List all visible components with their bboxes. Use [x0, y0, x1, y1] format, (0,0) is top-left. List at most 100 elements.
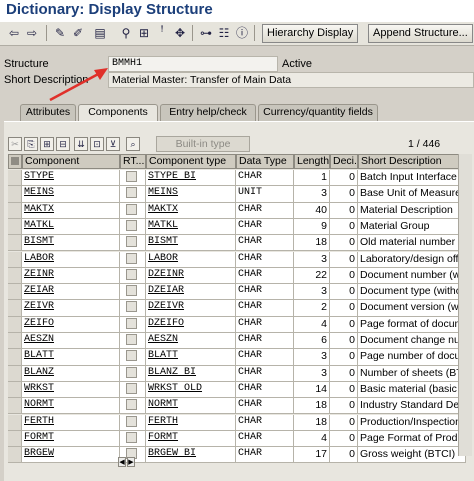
- cell-rt[interactable]: [120, 202, 146, 219]
- cell-short-description[interactable]: Base Unit of Measure: [358, 186, 466, 203]
- cell-data-type[interactable]: CHAR: [236, 365, 294, 382]
- cell-short-description[interactable]: Page Format of Production: [358, 430, 466, 448]
- cell-component-link[interactable]: LABOR: [24, 253, 54, 264]
- rt-checkbox[interactable]: [126, 285, 137, 297]
- row-selector[interactable]: [8, 202, 22, 219]
- cell-short-description[interactable]: Document version (without: [358, 300, 466, 317]
- cell-length[interactable]: 40: [294, 202, 330, 219]
- cell-rt[interactable]: [120, 333, 146, 350]
- cell-component[interactable]: ZEIVR: [22, 300, 120, 317]
- cell-component-type[interactable]: BISMT: [146, 235, 236, 252]
- cell-data-type[interactable]: CHAR: [236, 381, 294, 399]
- cell-short-description[interactable]: Page format of document (w: [358, 316, 466, 333]
- cell-rt[interactable]: [120, 186, 146, 203]
- cell-short-description[interactable]: Basic material (basic cons: [358, 381, 466, 399]
- cell-component-link[interactable]: WRKST: [24, 383, 54, 394]
- cell-component-type-link[interactable]: MEINS: [148, 187, 178, 198]
- cell-component-type-link[interactable]: DZEIVR: [148, 301, 184, 312]
- rt-checkbox[interactable]: [126, 252, 137, 264]
- cell-component[interactable]: FORMT: [22, 430, 120, 448]
- cell-decimals[interactable]: 0: [330, 316, 358, 333]
- row-selector[interactable]: [8, 365, 22, 382]
- cell-data-type[interactable]: CHAR: [236, 235, 294, 252]
- cell-component-type-link[interactable]: BLANZ BI: [148, 367, 196, 378]
- cell-component-type-link[interactable]: LABOR: [148, 253, 178, 264]
- cell-length[interactable]: 22: [294, 267, 330, 285]
- row-selector[interactable]: [8, 235, 22, 252]
- row-selector[interactable]: [8, 218, 22, 236]
- cell-length[interactable]: 18: [294, 235, 330, 252]
- row-selector[interactable]: [8, 300, 22, 317]
- cell-component-link[interactable]: ZEIFO: [24, 318, 54, 329]
- cell-component[interactable]: NORMT: [22, 398, 120, 415]
- cell-data-type[interactable]: CHAR: [236, 284, 294, 301]
- back-icon[interactable]: ⇦: [6, 25, 22, 41]
- cell-component-link[interactable]: BISMT: [24, 236, 54, 247]
- display-change-icon[interactable]: ✐: [70, 25, 86, 41]
- row-selector[interactable]: [8, 186, 22, 203]
- cell-data-type[interactable]: CHAR: [236, 202, 294, 219]
- cell-data-type[interactable]: CHAR: [236, 430, 294, 448]
- cell-component[interactable]: BLANZ: [22, 365, 120, 382]
- row-selector[interactable]: [8, 349, 22, 366]
- rt-checkbox[interactable]: [126, 203, 137, 215]
- cell-component[interactable]: AESZN: [22, 333, 120, 350]
- info-icon[interactable]: ⓘ: [234, 25, 250, 41]
- cell-component[interactable]: LABOR: [22, 251, 120, 268]
- hierarchy-display-button[interactable]: Hierarchy Display: [262, 24, 359, 43]
- structure-field[interactable]: BMMH1: [108, 56, 278, 72]
- cell-component-type-link[interactable]: WRKST OLD: [148, 383, 202, 394]
- cell-component-type[interactable]: NORMT: [146, 398, 236, 415]
- cell-component-type[interactable]: LABOR: [146, 251, 236, 268]
- rt-checkbox[interactable]: [126, 399, 137, 411]
- cell-component-type-link[interactable]: STYPE BI: [148, 171, 196, 182]
- where-used-icon[interactable]: ⚲: [118, 25, 134, 41]
- rt-checkbox[interactable]: [126, 171, 137, 182]
- tab-components[interactable]: Components: [78, 104, 158, 122]
- cell-short-description[interactable]: Gross weight (BTCI): [358, 447, 466, 464]
- rt-checkbox[interactable]: [126, 350, 137, 362]
- cell-component[interactable]: MATKL: [22, 218, 120, 236]
- cell-length[interactable]: 9: [294, 218, 330, 236]
- cell-component-type-link[interactable]: BLATT: [148, 350, 178, 361]
- cell-component[interactable]: WRKST: [22, 381, 120, 399]
- cell-length[interactable]: 18: [294, 414, 330, 431]
- rt-checkbox[interactable]: [126, 382, 137, 394]
- cell-rt[interactable]: [120, 235, 146, 252]
- cell-decimals[interactable]: 0: [330, 235, 358, 252]
- check-icon[interactable]: ⊞: [136, 25, 152, 41]
- cell-component-type-link[interactable]: FERTH: [148, 416, 178, 427]
- scroll-left-icon[interactable]: ◀: [118, 457, 126, 467]
- cell-rt[interactable]: [120, 430, 146, 448]
- cell-decimals[interactable]: 0: [330, 333, 358, 350]
- activate-icon[interactable]: ꜝ: [154, 25, 170, 41]
- column-header-component[interactable]: Component: [22, 154, 120, 169]
- cell-rt[interactable]: [120, 316, 146, 333]
- cell-data-type[interactable]: CHAR: [236, 300, 294, 317]
- cell-component-type-link[interactable]: FORMT: [148, 432, 178, 443]
- cell-length[interactable]: 4: [294, 430, 330, 448]
- cell-data-type[interactable]: CHAR: [236, 251, 294, 268]
- cell-short-description[interactable]: Old material number: [358, 235, 466, 252]
- cell-component-type-link[interactable]: NORMT: [148, 399, 178, 410]
- cell-decimals[interactable]: 0: [330, 218, 358, 236]
- cell-data-type[interactable]: CHAR: [236, 349, 294, 366]
- cell-decimals[interactable]: 0: [330, 300, 358, 317]
- cell-component-type[interactable]: FERTH: [146, 414, 236, 431]
- row-selector[interactable]: [8, 316, 22, 333]
- navigate-icon[interactable]: ✥: [172, 25, 188, 41]
- cell-short-description[interactable]: Material Group: [358, 218, 466, 236]
- rt-checkbox[interactable]: [126, 301, 137, 313]
- cell-component-type[interactable]: BRGEW BI: [146, 447, 236, 464]
- cell-length[interactable]: 3: [294, 349, 330, 366]
- row-selector[interactable]: [8, 333, 22, 350]
- cell-length[interactable]: 1: [294, 170, 330, 187]
- cell-component-type-link[interactable]: BISMT: [148, 236, 178, 247]
- cell-length[interactable]: 18: [294, 398, 330, 415]
- cell-component-type[interactable]: MAKTX: [146, 202, 236, 219]
- column-header-decimals[interactable]: Deci...: [330, 154, 358, 169]
- find-icon[interactable]: ⌕: [126, 137, 140, 151]
- rt-checkbox[interactable]: [126, 268, 137, 280]
- cell-rt[interactable]: [120, 300, 146, 317]
- cell-component-link[interactable]: AESZN: [24, 334, 54, 345]
